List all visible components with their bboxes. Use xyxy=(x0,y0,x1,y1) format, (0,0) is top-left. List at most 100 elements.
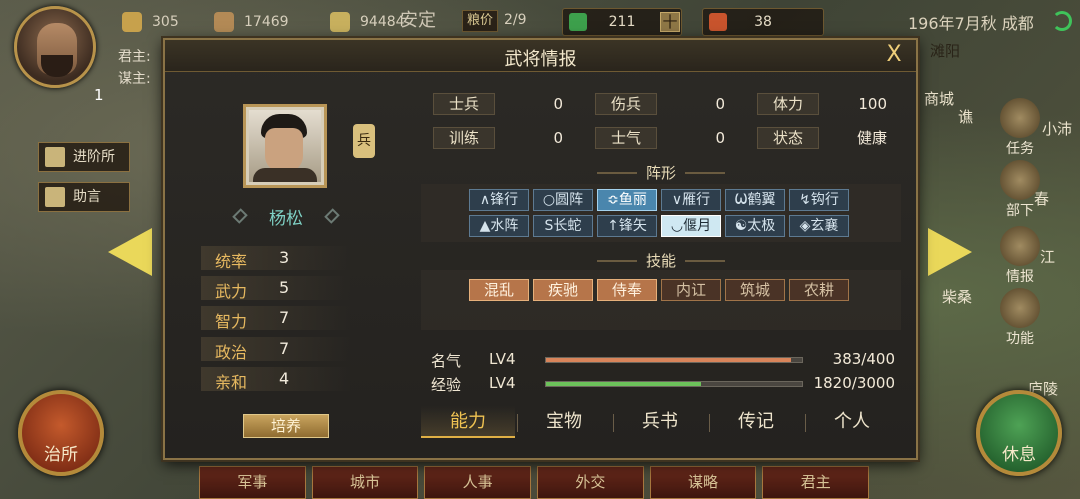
fame-label: 名气 xyxy=(431,352,462,370)
formation-option[interactable]: ≎鱼丽 xyxy=(597,189,657,211)
map-label-city: 商城 xyxy=(924,90,955,108)
formation-option[interactable]: ☯太极 xyxy=(725,215,785,237)
signal-icon xyxy=(1052,11,1072,31)
general-name-plate: 杨松 xyxy=(231,204,341,229)
stat-value: 5 xyxy=(279,278,290,297)
skills-section-title: 技能 xyxy=(421,250,901,271)
tab-ability[interactable]: 能力 xyxy=(421,406,515,438)
stat-label: 智力 xyxy=(215,312,248,331)
promote-button[interactable]: 进阶所 xyxy=(38,142,130,172)
fame-level: LV4 xyxy=(489,350,516,368)
tab-personal[interactable]: 个人 xyxy=(805,406,899,438)
stat-value: 3 xyxy=(279,248,290,267)
formation-option[interactable]: S长蛇 xyxy=(533,215,593,237)
intel-label: 情报 xyxy=(1006,269,1034,285)
exp-bar-fill xyxy=(546,382,702,386)
skill-item[interactable]: 侍奉 xyxy=(597,279,657,301)
task-label: 任务 xyxy=(1006,141,1034,157)
skill-item[interactable]: 农耕 xyxy=(789,279,849,301)
task-menu-button[interactable]: 任务 xyxy=(996,98,1044,158)
lower-right-panel: ∧锋行 ○圆阵 ≎鱼丽 ∨雁行 Ѡ鹤翼 ↯钩行 ▲水阵 S长蛇 ↑锋矢 ◡偃月 … xyxy=(421,86,901,426)
stability-status: 安定 xyxy=(400,10,436,31)
stat-row: 武力 5 xyxy=(201,276,351,301)
govern-button[interactable]: 治所 xyxy=(18,390,104,476)
exp-value: 1820/3000 xyxy=(813,374,895,392)
lord-label: 君主: xyxy=(118,49,151,65)
command-lord[interactable]: 君主 xyxy=(762,466,870,499)
rest-button[interactable]: 休息 xyxy=(976,390,1062,476)
formation-option[interactable]: ◈玄襄 xyxy=(789,215,849,237)
troops-label: 部下 xyxy=(1006,203,1034,219)
skill-list: 混乱 疾驰 侍奉 内讧 筑城 农耕 xyxy=(421,270,901,330)
formation-option[interactable]: ↑锋矢 xyxy=(597,215,657,237)
exp-level: LV4 xyxy=(489,374,516,392)
formation-option[interactable]: ◡偃月 xyxy=(661,215,721,237)
add-jade-button[interactable]: 十 xyxy=(660,12,680,32)
train-button[interactable]: 培养 xyxy=(243,414,329,438)
skills-title: 技能 xyxy=(645,252,676,270)
skill-item[interactable]: 混乱 xyxy=(469,279,529,301)
formation-option[interactable]: ∨雁行 xyxy=(661,189,721,211)
wood-icon xyxy=(214,12,234,32)
next-general-arrow-icon[interactable] xyxy=(928,228,972,276)
close-icon[interactable]: X xyxy=(882,44,906,68)
lord-avatar[interactable] xyxy=(14,6,96,88)
dialog-header: 武将情报 X xyxy=(165,40,916,72)
fame-bar xyxy=(545,357,803,363)
formation-option[interactable]: ↯钩行 xyxy=(789,189,849,211)
jade-icon xyxy=(569,13,587,31)
general-name: 杨松 xyxy=(269,209,303,229)
tab-biography[interactable]: 传记 xyxy=(709,406,803,438)
tab-treasure[interactable]: 宝物 xyxy=(517,406,611,438)
advice-button[interactable]: 助言 xyxy=(38,182,130,212)
formation-option[interactable]: ▲水阵 xyxy=(469,215,529,237)
formation-option[interactable]: ○圆阵 xyxy=(533,189,593,211)
token-icon xyxy=(709,13,727,31)
dialog-tab-strip: 能力 宝物 兵书 传记 个人 xyxy=(421,406,901,438)
command-strategy[interactable]: 谋略 xyxy=(649,466,757,499)
formation-option[interactable]: Ѡ鹤翼 xyxy=(725,189,785,211)
troops-menu-button[interactable]: 部下 xyxy=(996,160,1044,220)
divider xyxy=(685,260,725,262)
portrait-face xyxy=(265,128,303,172)
wood-resource: 17469 xyxy=(214,10,289,34)
grain-icon xyxy=(330,12,350,32)
stat-row: 政治 7 xyxy=(201,337,351,362)
stat-label: 亲和 xyxy=(215,373,248,392)
intel-menu-button[interactable]: 情报 xyxy=(996,226,1044,286)
stat-value: 7 xyxy=(279,339,290,358)
command-military[interactable]: 军事 xyxy=(199,466,306,499)
tab-military-book[interactable]: 兵书 xyxy=(613,406,707,438)
grain-price-value: 2/9 xyxy=(504,12,527,28)
jade-value: 211 xyxy=(608,14,636,30)
map-label-city: 滩阳 xyxy=(930,42,961,60)
token-resource: 38 xyxy=(702,8,824,36)
stat-value: 4 xyxy=(279,369,290,388)
task-icon xyxy=(1000,98,1040,138)
top-hud: 1 君主: 谋主: 305 17469 94484 安定 粮价 2/9 211 … xyxy=(0,0,1080,104)
advice-label: 助言 xyxy=(73,189,101,205)
map-label-city: 谯 xyxy=(958,108,974,126)
stat-row: 亲和 4 xyxy=(201,367,351,392)
bottom-command-bar: 军事 城市 人事 外交 谋略 君主 xyxy=(196,466,872,499)
prev-general-arrow-icon[interactable] xyxy=(108,228,152,276)
function-menu-button[interactable]: 功能 xyxy=(996,288,1044,348)
skill-item[interactable]: 疾驰 xyxy=(533,279,593,301)
diamond-ornament-icon xyxy=(324,208,340,224)
exp-bar xyxy=(545,381,803,387)
general-info-dialog: 武将情报 X 兵 杨松 统率 3 武力 5 智力 7 政治 7 亲和 4 培养 … xyxy=(163,38,918,460)
skill-item[interactable]: 内讧 xyxy=(661,279,721,301)
command-personnel[interactable]: 人事 xyxy=(424,466,532,499)
command-city[interactable]: 城市 xyxy=(311,466,419,499)
stat-label: 政治 xyxy=(215,343,248,362)
formation-option[interactable]: ∧锋行 xyxy=(469,189,529,211)
grain-value: 94484 xyxy=(360,14,405,30)
gold-value: 305 xyxy=(152,14,179,30)
unit-type-badge: 兵 xyxy=(353,124,375,158)
map-label-city: 小沛 xyxy=(1042,120,1073,138)
grain-price-label: 粮价 xyxy=(462,10,498,32)
gold-resource: 305 xyxy=(122,10,179,34)
diamond-ornament-icon xyxy=(232,208,248,224)
skill-item[interactable]: 筑城 xyxy=(725,279,785,301)
command-diplomacy[interactable]: 外交 xyxy=(537,466,644,499)
